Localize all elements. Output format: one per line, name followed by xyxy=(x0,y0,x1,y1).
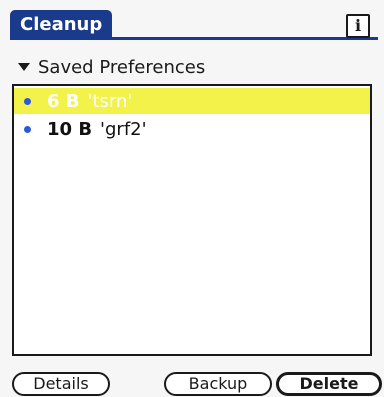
item-size: 10 B xyxy=(47,118,93,140)
details-button[interactable]: Details xyxy=(12,372,110,396)
category-label: Saved Preferences xyxy=(38,56,206,78)
item-name: 'tsrn' xyxy=(87,90,133,112)
list-item-selected[interactable]: 6 B 'tsrn' xyxy=(14,88,370,114)
bullet-icon xyxy=(24,97,31,105)
item-name: 'grf2' xyxy=(100,118,147,140)
bullet-icon xyxy=(24,125,31,133)
category-dropdown[interactable]: Saved Preferences xyxy=(18,54,205,80)
title-bar: Cleanup i xyxy=(6,10,378,40)
list-item[interactable]: 10 B 'grf2' xyxy=(14,116,370,142)
info-icon[interactable]: i xyxy=(346,14,370,38)
dropdown-triangle-icon xyxy=(18,63,30,71)
item-size: 6 B xyxy=(47,90,80,112)
app-title[interactable]: Cleanup xyxy=(10,10,113,40)
delete-button[interactable]: Delete xyxy=(276,372,382,396)
database-list: 6 B 'tsrn' 10 B 'grf2' xyxy=(12,84,372,356)
title-underline xyxy=(10,37,378,40)
palm-screen: Cleanup i Saved Preferences 6 B 'tsrn' 1… xyxy=(0,0,384,397)
backup-button[interactable]: Backup xyxy=(164,372,272,396)
